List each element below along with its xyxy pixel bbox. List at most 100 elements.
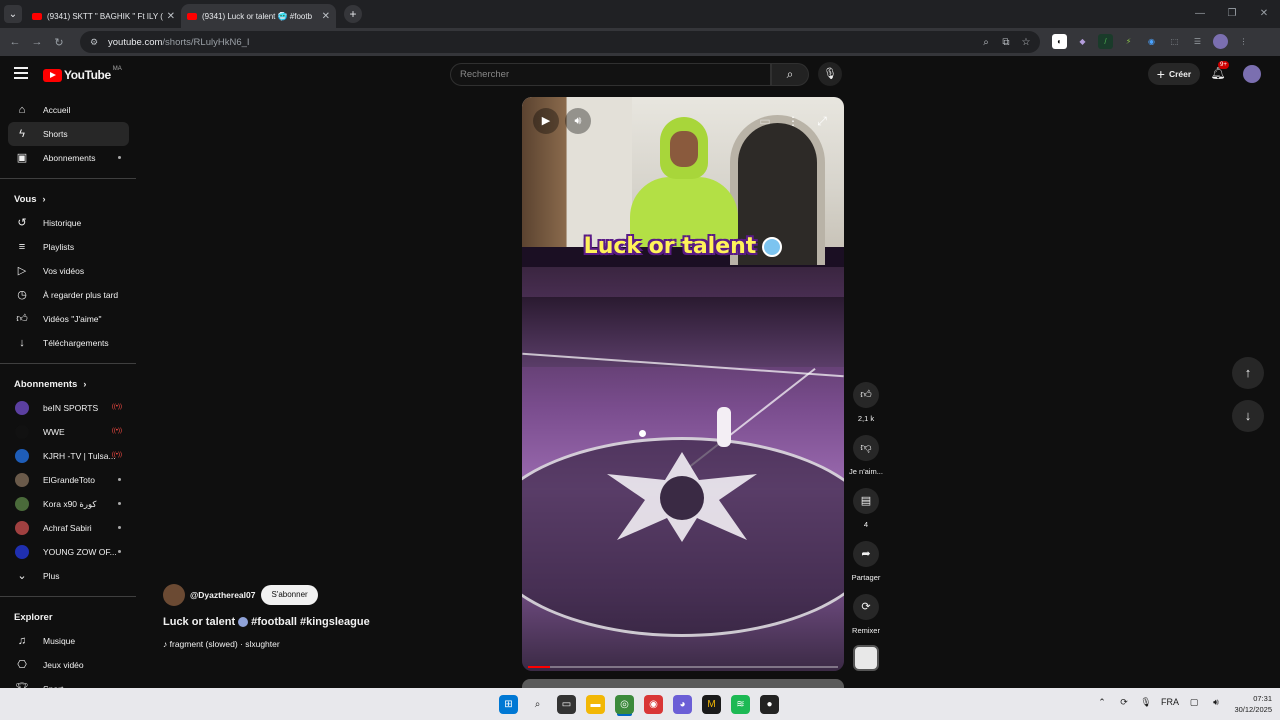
sidebar-item-liked-videos[interactable]: 👍︎ Vidéos "J'aime" xyxy=(0,307,140,331)
sidebar-item-gaming[interactable]: ⎔ Jeux vidéo xyxy=(0,653,140,677)
extensions-puzzle-icon[interactable]: ⬚ xyxy=(1167,34,1182,49)
like-action[interactable]: 👍︎ 2,1 k xyxy=(846,382,886,423)
sidebar-item-your-videos[interactable]: ▷ Vos vidéos xyxy=(0,259,140,283)
extension-icon[interactable]: ◐ xyxy=(1052,34,1067,49)
app-icon[interactable]: ● xyxy=(760,695,779,714)
forward-icon[interactable]: → xyxy=(26,36,48,48)
search-icon[interactable]: ⌕ xyxy=(528,695,547,714)
close-tab-icon[interactable]: ✕ xyxy=(167,11,175,22)
zoom-icon[interactable]: ⌕ xyxy=(978,35,994,51)
thumbs-down-icon[interactable]: 👎︎ xyxy=(853,435,879,461)
sidebar-item-watch-later[interactable]: ◷ À regarder plus tard xyxy=(0,283,140,307)
extension-icon[interactable]: ◆ xyxy=(1075,34,1090,49)
voice-search-button[interactable]: 🎙︎ xyxy=(818,62,842,86)
captions-icon[interactable]: ▭ xyxy=(752,108,778,134)
new-tab-button[interactable]: + xyxy=(344,5,362,23)
share-action[interactable]: ➦ Partager xyxy=(846,541,886,582)
sidebar-show-more[interactable]: ⌄ Plus xyxy=(0,564,140,588)
sidebar-item-music[interactable]: ♫ Musique xyxy=(0,629,140,653)
sidebar-item-playlists[interactable]: ≡ Playlists xyxy=(0,235,140,259)
subscribe-button[interactable]: S'abonner xyxy=(261,585,318,605)
microphone-icon[interactable]: 🎙︎ xyxy=(1139,697,1153,708)
subscription-channel[interactable]: Achraf Sabiri xyxy=(0,516,140,540)
profile-avatar-icon[interactable] xyxy=(1213,34,1228,49)
play-button[interactable]: ▶ xyxy=(533,108,559,134)
music-icon: ♫ xyxy=(17,635,27,647)
subscription-channel[interactable]: ElGrandeToto xyxy=(0,468,140,492)
subscription-channel[interactable]: beIN SPORTS ((•)) xyxy=(0,396,140,420)
dislike-action[interactable]: 👎︎ Je n'aim... xyxy=(846,435,886,476)
fullscreen-icon[interactable]: ⤢ xyxy=(809,108,835,134)
file-explorer-icon[interactable]: ▬ xyxy=(586,695,605,714)
sidebar-item-downloads[interactable]: ↓ Téléchargements xyxy=(0,331,140,355)
sidebar-item-subscriptions[interactable]: ▣ Abonnements xyxy=(0,146,140,170)
notifications-button[interactable]: 🔔︎ 9+ xyxy=(1210,61,1229,82)
windows-start-icon[interactable]: ⊞ xyxy=(499,695,518,714)
remix-icon[interactable]: ⟳ xyxy=(853,594,879,620)
more-options-icon[interactable]: ⋮ xyxy=(780,108,806,134)
sidebar-section-you[interactable]: Vous › xyxy=(0,187,140,211)
channel-handle[interactable]: @Dyazthereal07 xyxy=(190,590,255,600)
subscription-channel[interactable]: WWE ((•)) xyxy=(0,420,140,444)
remix-action[interactable]: ⟳ Remixer xyxy=(846,594,886,635)
reload-icon[interactable]: ↻ xyxy=(48,36,70,49)
comments-action[interactable]: ▤ 4 xyxy=(846,488,886,529)
shorts-video-player[interactable]: Luck or talent ▶ 🔊︎ ▭ ⋮ ⤢ xyxy=(522,97,844,671)
close-tab-icon[interactable]: ✕ xyxy=(322,11,330,22)
comment-icon[interactable]: ▤ xyxy=(853,488,879,514)
minimize-icon[interactable]: — xyxy=(1184,0,1216,28)
tab-search-button[interactable]: ⌄ xyxy=(4,5,22,23)
close-window-icon[interactable]: ✕ xyxy=(1248,0,1280,28)
browser-tab[interactable]: (9341) SKTT " BAGHIK " Ft ILY (O ✕ xyxy=(26,4,181,28)
network-icon[interactable]: ▢ xyxy=(1187,697,1201,708)
short-title: Luck or talent #football #kingsleague xyxy=(163,616,370,628)
sidebar-item-home[interactable]: ⌂ Accueil xyxy=(0,98,140,122)
video-progress-bar[interactable] xyxy=(528,666,838,668)
sound-thumbnail[interactable] xyxy=(853,645,879,671)
previous-short-button[interactable]: ↑ xyxy=(1232,357,1264,389)
youtube-logo[interactable]: YouTube MA xyxy=(43,66,122,82)
subscription-channel[interactable]: Kora x90 كورة xyxy=(0,492,140,516)
task-view-icon[interactable]: ▭ xyxy=(557,695,576,714)
music-info[interactable]: ♪ fragment (slowed) · slxughter xyxy=(163,639,503,649)
subscription-channel[interactable]: KJRH -TV | Tulsa... ((•)) xyxy=(0,444,140,468)
reading-list-icon[interactable]: ☰ xyxy=(1190,34,1205,49)
search-button[interactable]: ⌕ xyxy=(771,63,809,86)
share-icon[interactable]: ➦ xyxy=(853,541,879,567)
chevron-up-icon[interactable]: ⌃ xyxy=(1095,697,1109,708)
spotify-icon[interactable]: ≋ xyxy=(731,695,750,714)
channel-avatar[interactable] xyxy=(163,584,185,606)
language-indicator[interactable]: FRA xyxy=(1161,697,1179,708)
app-icon[interactable]: ◉ xyxy=(644,695,663,714)
subscription-channel[interactable]: YOUNG ZOW OF... xyxy=(0,540,140,564)
extension-icon[interactable]: / xyxy=(1098,34,1113,49)
next-short-button[interactable]: ↓ xyxy=(1232,400,1264,432)
bookmark-star-icon[interactable]: ☆ xyxy=(1018,35,1034,51)
search-input[interactable]: Rechercher xyxy=(450,63,771,86)
browser-tab-active[interactable]: (9341) Luck or talent 🥶 #footb ✕ xyxy=(181,4,336,28)
site-info-icon[interactable]: ⚙ xyxy=(88,36,100,48)
back-icon[interactable]: ← xyxy=(4,36,26,48)
create-button[interactable]: + Créer xyxy=(1148,63,1200,85)
channel-avatar xyxy=(15,545,29,559)
install-app-icon[interactable]: ⧉ xyxy=(998,35,1014,51)
app-icon[interactable]: M xyxy=(702,695,721,714)
thumbs-up-icon[interactable]: 👍︎ xyxy=(853,382,879,408)
sound-source[interactable] xyxy=(846,645,886,671)
volume-button[interactable]: 🔊︎ xyxy=(565,108,591,134)
extension-icon[interactable]: ⚡ xyxy=(1121,34,1136,49)
sidebar-item-history[interactable]: ↺ Historique xyxy=(0,211,140,235)
menu-icon[interactable] xyxy=(14,67,28,79)
maximize-icon[interactable]: ❐ xyxy=(1216,0,1248,28)
discord-icon[interactable]: ◕ xyxy=(673,695,692,714)
url-field[interactable]: ⚙ youtube.com/shorts/RLulyHkN6_I ⌕ ⧉ ☆ xyxy=(80,31,1040,53)
sidebar-section-subscriptions[interactable]: Abonnements › xyxy=(0,372,140,396)
browser-menu-icon[interactable]: ⋮ xyxy=(1236,34,1251,49)
chrome-icon[interactable]: ◎ xyxy=(615,695,634,714)
account-avatar[interactable] xyxy=(1243,65,1261,83)
system-clock[interactable]: 07:31 30/12/2025 xyxy=(1222,693,1272,715)
volume-icon[interactable]: 🔊︎ xyxy=(1209,697,1223,708)
extension-icon[interactable]: ◉ xyxy=(1144,34,1159,49)
sidebar-item-shorts[interactable]: ϟ Shorts xyxy=(8,122,129,146)
sync-icon[interactable]: ⟳ xyxy=(1117,697,1131,708)
